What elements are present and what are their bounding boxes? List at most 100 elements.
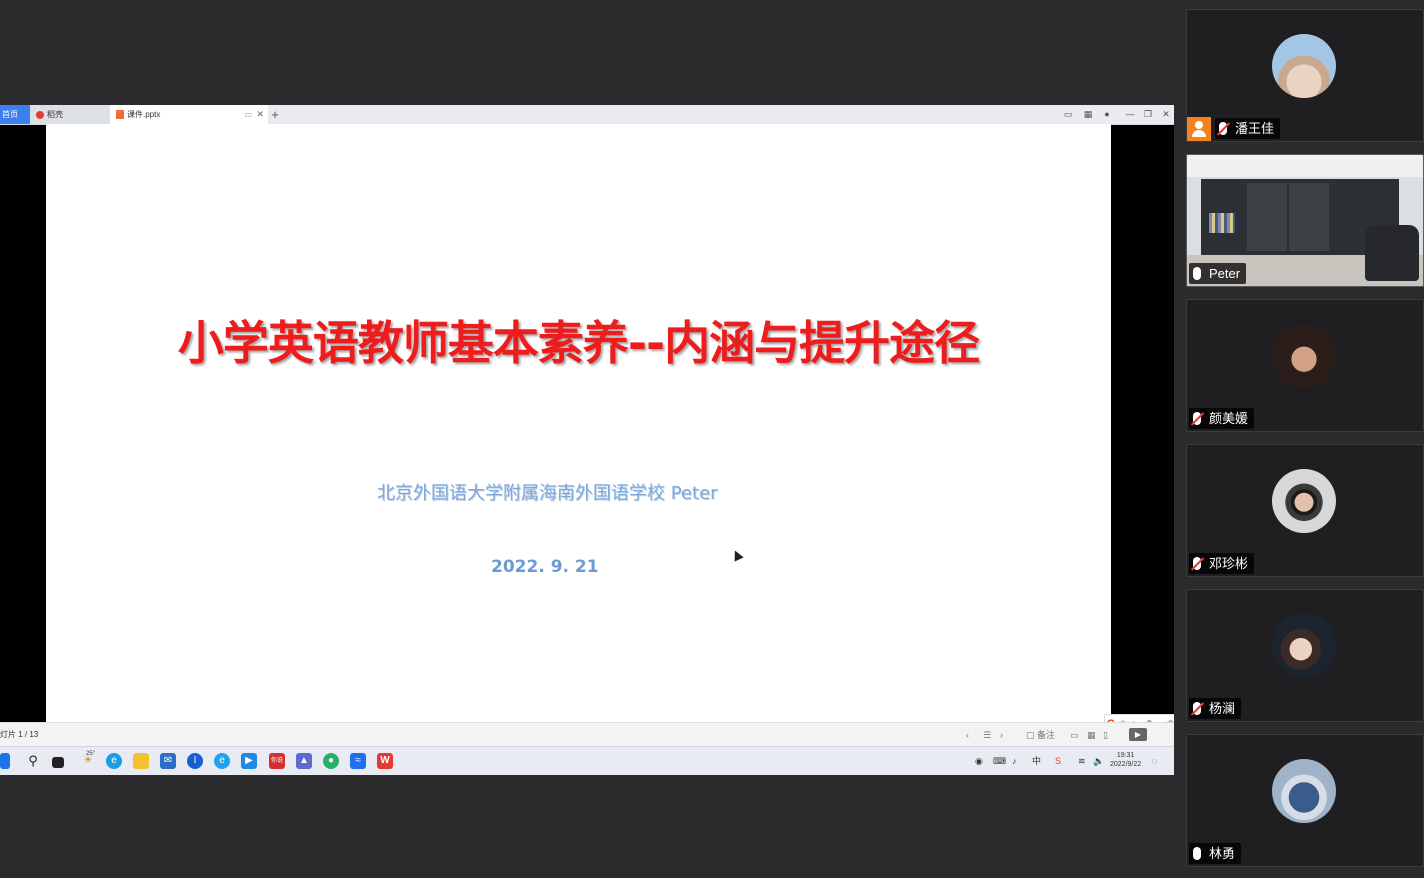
- participant-name: Peter: [1209, 266, 1241, 281]
- edge-icon[interactable]: e: [106, 753, 122, 769]
- slideshow-play-button[interactable]: ▶: [1129, 728, 1147, 741]
- video-ceiling: [1187, 155, 1423, 177]
- mail-icon[interactable]: ✉: [160, 753, 176, 769]
- wps-window: 首页 稻壳 课件.pptx ▭ ✕ + ▭ ▦ ● — ❐ ✕ 小学英语教师基本…: [0, 105, 1216, 775]
- avatar-icon: [1272, 759, 1336, 823]
- normal-view-icon[interactable]: ▭: [1070, 723, 1079, 747]
- tab-home[interactable]: 首页: [0, 105, 30, 124]
- slide-subtitle: 北京外国语大学附属海南外国语学校 Peter: [377, 483, 718, 504]
- tab-docer[interactable]: 稻壳: [30, 105, 112, 124]
- participant-tile[interactable]: 杨澜: [1186, 589, 1424, 722]
- sogou-tray-icon[interactable]: S: [1055, 747, 1061, 775]
- participant-name: 潘王佳: [1235, 121, 1275, 136]
- file-explorer-icon[interactable]: [133, 753, 149, 769]
- wifi-icon[interactable]: ≋: [1078, 747, 1086, 775]
- mic-muted-icon: [1219, 122, 1227, 136]
- slide-title: 小学英语教师基本素养--内涵与提升途径: [177, 316, 980, 370]
- participant-name: 颜美媛: [1209, 411, 1249, 426]
- notes-icon: ▢: [1026, 730, 1035, 740]
- video-chair: [1365, 225, 1419, 281]
- search-icon[interactable]: ⚲: [25, 753, 41, 769]
- mic-tray-icon[interactable]: ♪: [1012, 747, 1017, 775]
- wps-status-bar: 灯片 1 / 13 ‹ ☰ › ▢ 备注 ▭ ▦ ▯ ▶: [0, 722, 1174, 747]
- reading-view-icon[interactable]: ▯: [1103, 723, 1108, 747]
- host-icon: [1187, 117, 1211, 141]
- weather-temp: 25°: [86, 751, 96, 757]
- participant-nametag: 邓珍彬: [1189, 553, 1255, 574]
- shared-screen: 首页 稻壳 课件.pptx ▭ ✕ + ▭ ▦ ● — ❐ ✕ 小学英语教师基本…: [0, 0, 1216, 878]
- slide-canvas: 小学英语教师基本素养--内涵与提升途径 北京外国语大学附属海南外国语学校 Pet…: [46, 124, 1216, 734]
- participant-nametag: 林勇: [1189, 843, 1242, 864]
- participant-tile[interactable]: 邓珍彬: [1186, 444, 1424, 577]
- participant-nametag: 潘王佳: [1215, 118, 1281, 139]
- wechat-icon[interactable]: ●: [323, 753, 339, 769]
- ime-tray-indicator[interactable]: 中: [1032, 747, 1041, 775]
- pin-icon[interactable]: ▭: [244, 105, 252, 124]
- sorter-view-icon[interactable]: ▦: [1087, 723, 1096, 747]
- app3-icon[interactable]: 你说: [269, 753, 285, 769]
- photos-icon[interactable]: ▲: [296, 753, 312, 769]
- video-books: [1209, 213, 1235, 233]
- app-icon[interactable]: I: [187, 753, 203, 769]
- avatar-icon: [1272, 614, 1336, 678]
- pptx-icon: [116, 110, 124, 120]
- tab-file-label: 课件.pptx: [127, 110, 161, 119]
- participant-tile[interactable]: 林勇: [1186, 734, 1424, 867]
- meeting-app-icon[interactable]: ≈: [350, 753, 366, 769]
- windows-start-icon[interactable]: [0, 753, 10, 769]
- avatar-icon: [1272, 324, 1336, 388]
- participant-tile[interactable]: 颜美媛: [1186, 299, 1424, 432]
- mic-icon: [1193, 267, 1201, 281]
- wps-icon[interactable]: W: [377, 753, 393, 769]
- slide-date: 2022. 9. 21: [491, 557, 599, 577]
- media-icon[interactable]: ▶: [241, 753, 257, 769]
- minimize-icon[interactable]: —: [1122, 105, 1138, 124]
- tab-docer-label: 稻壳: [47, 110, 63, 119]
- participant-tile[interactable]: 潘王佳: [1186, 9, 1424, 142]
- participant-nametag: 颜美媛: [1189, 408, 1255, 429]
- notification-icon[interactable]: ◌: [1152, 747, 1157, 775]
- mic-icon: [1193, 847, 1201, 861]
- next-slide-icon[interactable]: ›: [1000, 723, 1003, 747]
- participant-nametag: Peter: [1189, 263, 1247, 284]
- participant-name: 杨澜: [1209, 701, 1236, 716]
- browser-icon[interactable]: e: [214, 753, 230, 769]
- avatar-icon: [1272, 34, 1336, 98]
- taskbar-clock[interactable]: 19:31 2022/9/22: [1110, 751, 1141, 769]
- restore-icon[interactable]: ❐: [1140, 105, 1156, 124]
- app3-label: 你说: [270, 758, 283, 764]
- weather-widget[interactable]: ☀ 25°: [80, 751, 96, 769]
- outline-icon[interactable]: ☰: [983, 723, 991, 747]
- slide-counter: 灯片 1 / 13: [0, 730, 39, 739]
- account-icon[interactable]: ●: [1099, 105, 1115, 124]
- mouse-cursor-icon: [730, 548, 744, 562]
- mic-muted-icon: [1193, 702, 1201, 716]
- docer-icon: [36, 110, 44, 119]
- participant-nametag: 杨澜: [1189, 698, 1242, 719]
- tab-file[interactable]: 课件.pptx ▭ ✕: [110, 105, 268, 124]
- layout-icon[interactable]: ▭: [1060, 105, 1076, 124]
- close-window-icon[interactable]: ✕: [1158, 105, 1174, 124]
- prev-slide-icon[interactable]: ‹: [966, 723, 969, 747]
- avatar-icon: [1272, 469, 1336, 533]
- grid-icon[interactable]: ▦: [1080, 105, 1096, 124]
- participant-panel: 潘王佳 Peter 颜美媛 邓珍彬 杨澜 林勇: [1174, 0, 1424, 878]
- close-tab-icon[interactable]: ✕: [256, 105, 264, 124]
- windows-taskbar: ⚲ ☀ 25° e ✉ I e ▶ 你说 ▲ ● ≈ W ◉ ⌨ ♪ 中 S ≋ …: [0, 746, 1174, 775]
- participant-name: 林勇: [1209, 846, 1236, 861]
- wps-tab-bar: 首页 稻壳 课件.pptx ▭ ✕ + ▭ ▦ ● — ❐ ✕: [0, 105, 1174, 125]
- volume-icon[interactable]: 🔈: [1093, 747, 1104, 775]
- video-cabinet-door: [1289, 183, 1329, 251]
- mic-muted-icon: [1193, 412, 1201, 426]
- clock-time: 19:31: [1116, 752, 1135, 759]
- security-tray-icon[interactable]: ◉: [975, 747, 983, 775]
- mic-muted-icon: [1193, 557, 1201, 571]
- participant-tile[interactable]: Peter: [1186, 154, 1424, 287]
- clock-date: 2022/9/22: [1110, 761, 1142, 768]
- task-view-icon[interactable]: [52, 757, 64, 768]
- new-tab-button[interactable]: +: [268, 105, 282, 124]
- notes-label: 备注: [1037, 730, 1056, 740]
- participant-name: 邓珍彬: [1209, 556, 1249, 571]
- notes-button[interactable]: ▢ 备注: [1026, 723, 1055, 747]
- keyboard-tray-icon[interactable]: ⌨: [993, 747, 1006, 775]
